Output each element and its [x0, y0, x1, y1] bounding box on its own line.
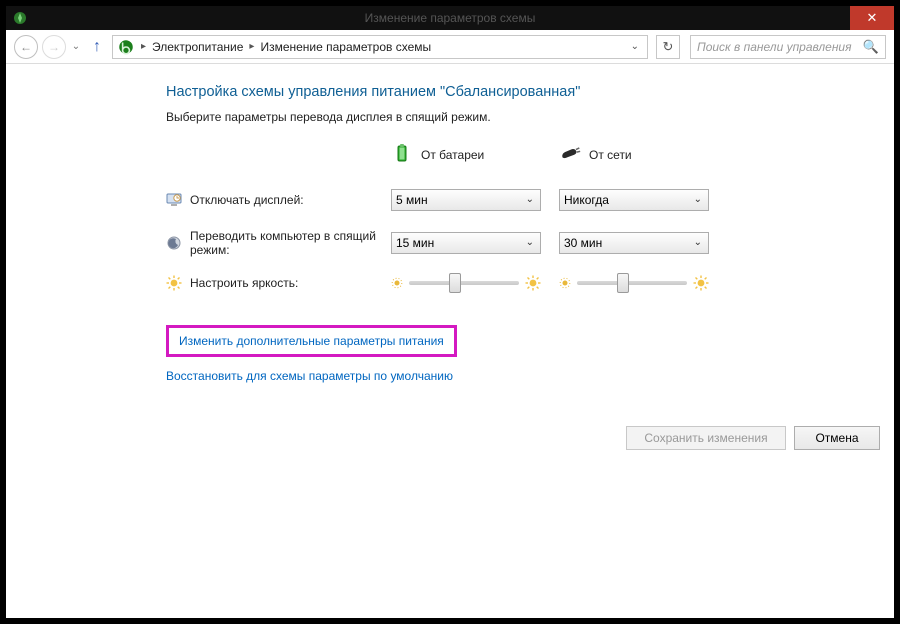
slider-track[interactable]	[577, 281, 687, 285]
breadcrumb[interactable]: ▸ Электропитание ▸ Изменение параметров …	[112, 35, 648, 59]
sun-small-icon	[559, 277, 571, 289]
app-icon	[12, 10, 28, 26]
forward-button[interactable]: →	[42, 35, 66, 59]
slider-thumb[interactable]	[617, 273, 629, 293]
chevron-right-icon: ▸	[249, 41, 254, 52]
chevron-down-icon: ⌄	[526, 237, 534, 248]
chevron-down-icon: ⌄	[694, 194, 702, 205]
control-panel-icon	[117, 38, 135, 56]
search-input[interactable]: Поиск в панели управления 🔍	[690, 35, 886, 59]
history-dropdown[interactable]: ⌄	[70, 41, 82, 52]
column-headers: От батареи От сети	[166, 142, 834, 167]
col-battery: От батареи	[391, 142, 541, 167]
search-icon: 🔍	[863, 39, 879, 55]
display-off-battery-select[interactable]: 5 мин ⌄	[391, 189, 541, 211]
advanced-settings-link[interactable]: Изменить дополнительные параметры питани…	[179, 334, 444, 348]
sun-big-icon	[525, 275, 541, 291]
save-button[interactable]: Сохранить изменения	[626, 426, 786, 450]
cancel-button[interactable]: Отмена	[794, 426, 880, 450]
sleep-battery-select[interactable]: 15 мин ⌄	[391, 232, 541, 254]
chevron-right-icon: ▸	[141, 41, 146, 52]
title-buttons: ✕	[850, 6, 894, 30]
brightness-label: Настроить яркость:	[190, 276, 298, 290]
window: Изменение параметров схемы ✕ ← → ⌄ ↑ ▸ Э…	[6, 6, 894, 618]
sun-big-icon	[693, 275, 709, 291]
sleep-label: Переводить компьютер в спящий режим:	[190, 229, 380, 257]
display-off-label: Отключать дисплей:	[190, 193, 304, 207]
col-plugged: От сети	[559, 142, 709, 167]
page-heading: Настройка схемы управления питанием "Сба…	[166, 84, 834, 100]
back-button[interactable]: ←	[14, 35, 38, 59]
links: Изменить дополнительные параметры питани…	[166, 325, 834, 395]
row-display-off: Отключать дисплей: 5 мин ⌄ Никогда ⌄	[166, 189, 834, 211]
close-button[interactable]: ✕	[850, 6, 894, 30]
display-off-plugged-select[interactable]: Никогда ⌄	[559, 189, 709, 211]
sun-small-icon	[391, 277, 403, 289]
footer-bar: Сохранить изменения Отмена	[0, 418, 900, 462]
window-title: Изменение параметров схемы	[6, 11, 894, 25]
col-plugged-label: От сети	[589, 148, 632, 162]
sun-icon	[166, 275, 182, 291]
page-subtext: Выберите параметры перевода дисплея в сп…	[166, 110, 834, 124]
plug-icon	[559, 142, 581, 167]
chevron-down-icon: ⌄	[694, 237, 702, 248]
breadcrumb-item-1[interactable]: Электропитание	[152, 40, 243, 54]
chevron-down-icon: ⌄	[526, 194, 534, 205]
breadcrumb-item-2[interactable]: Изменение параметров схемы	[260, 40, 431, 54]
sleep-plugged-select[interactable]: 30 мин ⌄	[559, 232, 709, 254]
slider-track[interactable]	[409, 281, 519, 285]
monitor-icon	[166, 192, 182, 208]
battery-icon	[391, 142, 413, 167]
col-battery-label: От батареи	[421, 148, 484, 162]
slider-thumb[interactable]	[449, 273, 461, 293]
breadcrumb-dropdown[interactable]: ⌄	[627, 41, 643, 52]
highlighted-link-box: Изменить дополнительные параметры питани…	[166, 325, 457, 357]
moon-icon	[166, 235, 182, 251]
up-button[interactable]: ↑	[86, 36, 108, 58]
row-brightness: Настроить яркость:	[166, 275, 834, 291]
restore-defaults-link[interactable]: Восстановить для схемы параметры по умол…	[166, 369, 453, 383]
nav-bar: ← → ⌄ ↑ ▸ Электропитание ▸ Изменение пар…	[6, 30, 894, 64]
refresh-button[interactable]: ↻	[656, 35, 680, 59]
search-placeholder: Поиск в панели управления	[697, 40, 852, 54]
content: Настройка схемы управления питанием "Сба…	[6, 64, 894, 618]
brightness-plugged-slider[interactable]	[559, 275, 709, 291]
row-sleep: Переводить компьютер в спящий режим: 15 …	[166, 229, 834, 257]
title-bar: Изменение параметров схемы ✕	[6, 6, 894, 30]
brightness-battery-slider[interactable]	[391, 275, 541, 291]
